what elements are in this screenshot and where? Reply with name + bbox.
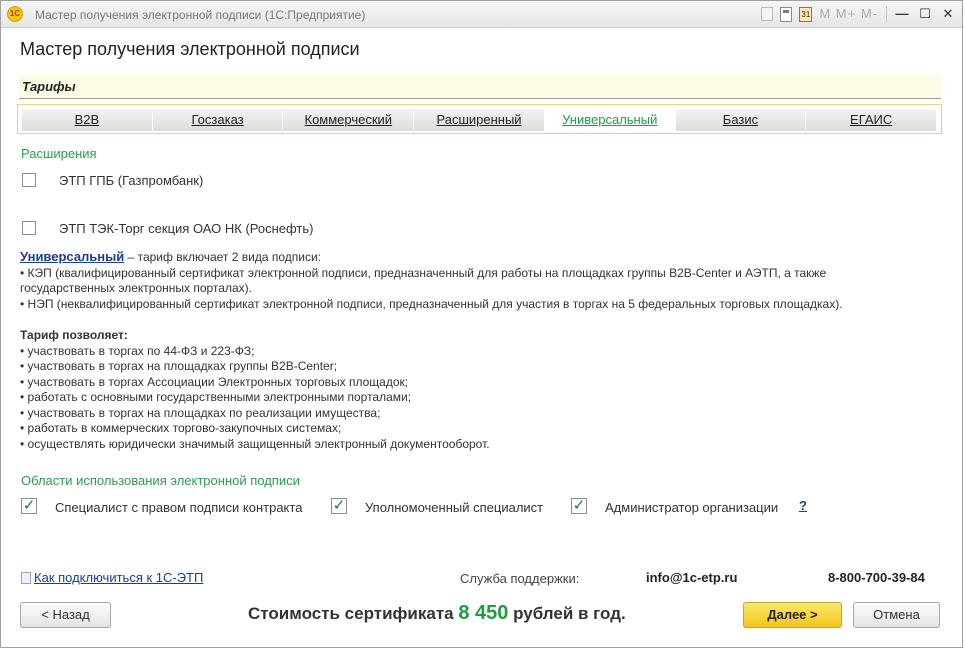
usage-admin-checkbox[interactable]: ✓ — [571, 498, 587, 514]
price-amount: 8 450 — [458, 602, 509, 624]
calculator-icon[interactable] — [780, 6, 793, 22]
title-bar-tools: 31 M M+ M- — ☐ ✕ — [754, 4, 956, 24]
tab-kommercheskiy[interactable]: Коммерческий — [283, 109, 415, 131]
extension-gpb-label: ЭТП ГПБ (Газпромбанк) — [59, 173, 204, 188]
maximize-icon[interactable]: ☐ — [917, 6, 933, 22]
window-title: Мастер получения электронной подписи (1С… — [35, 8, 366, 22]
extensions-label: Расширения — [21, 146, 97, 161]
extension-gpb-checkbox[interactable] — [22, 173, 36, 187]
cancel-button[interactable]: Отмена — [853, 602, 940, 628]
usage-authorized-label: Уполномоченный специалист — [365, 500, 544, 515]
usage-label: Области использования электронной подпис… — [21, 473, 300, 488]
extension-tek-torg-checkbox[interactable] — [22, 221, 36, 235]
tab-rasshirenny[interactable]: Расширенный — [414, 109, 545, 131]
price-prefix: Стоимость сертификата — [248, 604, 459, 623]
tariff-description: Универсальный – тариф включает 2 вида по… — [20, 249, 940, 452]
allows-item: • работать с основными государственными … — [20, 390, 412, 404]
document-icon[interactable] — [761, 7, 774, 21]
allows-item: • участвовать в торгах на площадках груп… — [20, 359, 338, 373]
back-button[interactable]: < Назад — [20, 602, 111, 628]
allows-item: • работать в коммерческих торгово-закупо… — [20, 421, 342, 435]
next-button[interactable]: Далее > — [743, 602, 842, 628]
usage-admin-label: Администратор организации — [605, 500, 779, 515]
usage-signer-label: Специалист с правом подписи контракта — [55, 500, 303, 515]
allows-item: • участвовать в торгах Ассоциации Электр… — [20, 374, 409, 389]
support-label: Служба поддержки: — [460, 571, 580, 586]
extension-tek-torg-label: ЭТП ТЭК-Торг секция ОАО НК (Роснефть) — [59, 221, 314, 236]
tab-universalny[interactable]: Универсальный — [544, 109, 676, 131]
tariff-intro: – тариф включает 2 вида подписи: — [124, 250, 321, 264]
memory-buttons[interactable]: M M+ M- — [819, 6, 878, 22]
usage-authorized-checkbox[interactable]: ✓ — [331, 498, 347, 514]
toolbar-divider — [886, 6, 887, 22]
tab-goszakaz[interactable]: Госзаказ — [152, 109, 284, 131]
allows-title: Тариф позволяет: — [20, 328, 128, 342]
tab-egais[interactable]: ЕГАИС — [806, 109, 938, 131]
close-icon[interactable]: ✕ — [940, 6, 956, 22]
allows-item: • участвовать в торгах на площадках по р… — [20, 405, 381, 420]
support-phone: 8-800-700-39-84 — [828, 570, 925, 585]
help-link[interactable]: ? — [799, 498, 807, 513]
tariffs-header-label: Тарифы — [22, 79, 76, 94]
price-suffix: рублей в год. — [508, 604, 626, 623]
usage-signer-checkbox[interactable]: ✓ — [21, 498, 37, 514]
tab-b2b[interactable]: B2B — [22, 109, 153, 131]
tariff-name-link[interactable]: Универсальный — [20, 249, 124, 264]
nep-line: • НЭП (неквалифицированный сертификат эл… — [20, 296, 843, 311]
page-title: Мастер получения электронной подписи — [20, 39, 360, 59]
document-icon — [21, 572, 31, 584]
kep-line-2: государственных электронных порталах). — [20, 281, 252, 295]
app-logo-icon: 1С — [7, 6, 23, 22]
support-email: info@1c-etp.ru — [646, 570, 738, 585]
allows-item: • осуществлять юридически значимый защищ… — [20, 436, 490, 451]
calendar-icon[interactable]: 31 — [799, 6, 813, 22]
kep-line-1: • КЭП (квалифицированный сертификат элек… — [20, 265, 827, 280]
tab-bazis[interactable]: Базис — [675, 109, 807, 131]
title-bar: 1С Мастер получения электронной подписи … — [1, 1, 962, 28]
tariffs-section-header: Тарифы — [19, 74, 941, 99]
wizard-window: 1С Мастер получения электронной подписи … — [0, 0, 963, 648]
connect-link-text[interactable]: Как подключиться к 1С-ЭТП — [34, 570, 203, 585]
allows-item: • участвовать в торгах по 44-ФЗ и 223-ФЗ… — [20, 343, 255, 358]
minimize-icon[interactable]: — — [894, 6, 910, 22]
certificate-price: Стоимость сертификата 8 450 рублей в год… — [248, 602, 626, 625]
connect-link[interactable]: Как подключиться к 1С-ЭТП — [21, 570, 203, 585]
tariff-tabs: B2B Госзаказ Коммерческий Расширенный Ун… — [17, 104, 942, 134]
